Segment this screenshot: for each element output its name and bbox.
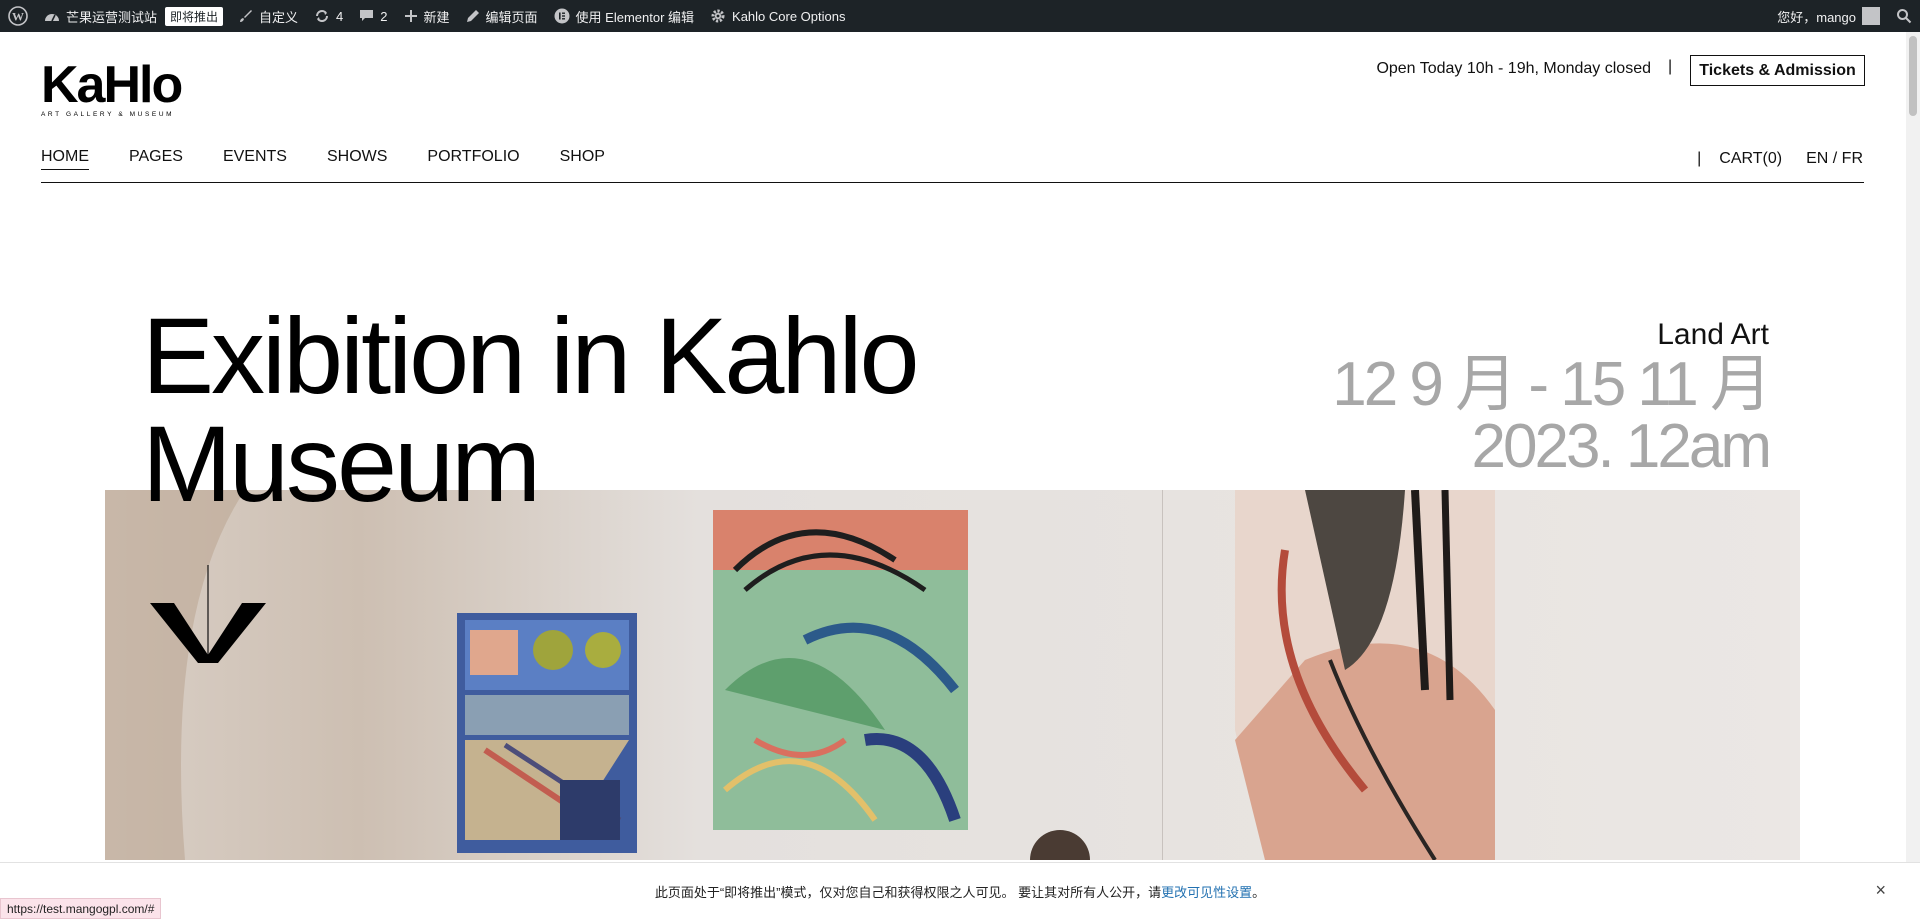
avatar: [1862, 7, 1880, 25]
admin-search-button[interactable]: [1888, 0, 1920, 32]
nav-item-shows[interactable]: SHOWS: [327, 148, 387, 170]
customize-link[interactable]: 自定义: [231, 0, 306, 32]
hero-title-line-2: Museum: [142, 403, 541, 524]
new-content-menu[interactable]: 新建: [396, 0, 458, 32]
elementor-icon: [554, 8, 570, 24]
scroll-down-arrow-icon[interactable]: [148, 565, 268, 670]
language-switcher[interactable]: EN / FR: [1806, 150, 1863, 168]
hero-title: Exibition in Kahlo Museum: [142, 302, 920, 518]
pencil-icon: [466, 9, 480, 23]
notice-text: 此页面处于“即将推出”模式，仅对您自己和获得权限之人可见。 要让其对所有人公开，…: [654, 884, 1162, 900]
edit-page-link[interactable]: 编辑页面: [458, 0, 546, 32]
kahlo-core-options-label: Kahlo Core Options: [732, 8, 846, 24]
edit-page-label: 编辑页面: [485, 9, 538, 25]
exhibition-date-year: 2023. 12am: [1471, 412, 1772, 481]
search-icon: [1897, 9, 1912, 24]
wordpress-icon: W: [8, 6, 28, 26]
coming-soon-badge[interactable]: 即将推出: [165, 6, 224, 26]
logo-text: KaHlo: [41, 56, 183, 114]
visibility-settings-link[interactable]: 更改可见性设置: [1161, 882, 1252, 901]
hero-image: [105, 490, 1800, 860]
exhibition-date-range: 12 9 月 - 15 11 月: [1332, 350, 1772, 419]
plus-icon: [404, 9, 418, 23]
close-icon[interactable]: ×: [1875, 880, 1886, 901]
nav-item-home[interactable]: HOME: [41, 148, 89, 170]
updates-count: 4: [336, 8, 344, 24]
nav-item-pages[interactable]: PAGES: [129, 148, 183, 170]
header-utilities: | CART(0) EN / FR: [1697, 150, 1863, 168]
brush-icon: [239, 9, 253, 23]
comments-count: 2: [380, 8, 388, 24]
main-navigation: HOME PAGES EVENTS SHOWS PORTFOLIO SHOP: [41, 148, 645, 170]
nav-item-events[interactable]: EVENTS: [223, 148, 287, 170]
wordpress-logo-button[interactable]: W: [0, 0, 36, 32]
svg-text:W: W: [12, 10, 24, 24]
new-label: 新建: [423, 9, 450, 25]
tickets-admission-button[interactable]: Tickets & Admission: [1690, 55, 1865, 86]
logo-subtitle: ART GALLERY & MUSEUM: [41, 111, 175, 118]
user-greeting: 您好，mango: [1777, 9, 1856, 25]
admin-bar: W 芒果运营测试站 即将推出 自定义 4 2 新建 编辑页面 使用 Elemen…: [0, 0, 1920, 32]
nav-item-portfolio[interactable]: PORTFOLIO: [427, 148, 519, 170]
refresh-icon: [314, 8, 330, 24]
updates-link[interactable]: 4: [306, 0, 351, 32]
page-scrollbar[interactable]: [1906, 32, 1920, 862]
site-name-menu[interactable]: 芒果运营测试站 即将推出: [36, 0, 231, 32]
header-divider: [41, 182, 1864, 183]
kahlo-core-options-link[interactable]: Kahlo Core Options: [702, 0, 853, 32]
gear-icon: [710, 8, 726, 24]
cart-link[interactable]: CART(0): [1719, 150, 1782, 168]
exhibition-category: Land Art: [1657, 318, 1769, 351]
comments-link[interactable]: 2: [351, 0, 395, 32]
site-name: 芒果运营测试站: [66, 9, 158, 25]
exhibition-meta: Land Art 12 9 月 - 15 11 月 2023. 12am: [1332, 316, 1772, 481]
nav-separator: |: [1697, 150, 1702, 167]
dashboard-icon: [44, 9, 60, 23]
site-logo[interactable]: KaHlo ART GALLERY & MUSEUM: [41, 56, 183, 118]
hero-title-line-1: Exibition in Kahlo: [142, 295, 920, 416]
nav-item-shop[interactable]: SHOP: [560, 148, 605, 170]
customize-label: 自定义: [259, 9, 299, 25]
status-bar-url: https://test.mangogpl.com/#: [0, 898, 162, 919]
coming-soon-notice: 此页面处于“即将推出”模式，仅对您自己和获得权限之人可见。 要让其对所有人公开，…: [0, 862, 1920, 919]
opening-hours: Open Today 10h - 19h, Monday closed: [1376, 60, 1651, 77]
user-account-menu[interactable]: 您好，mango: [1769, 0, 1888, 32]
elementor-label: 使用 Elementor 编辑: [575, 9, 695, 25]
comment-icon: [359, 9, 374, 23]
header-separator: |: [1668, 58, 1673, 75]
elementor-edit-link[interactable]: 使用 Elementor 编辑: [546, 0, 702, 32]
scrollbar-thumb[interactable]: [1909, 36, 1917, 116]
notice-end: 。: [1252, 884, 1266, 900]
